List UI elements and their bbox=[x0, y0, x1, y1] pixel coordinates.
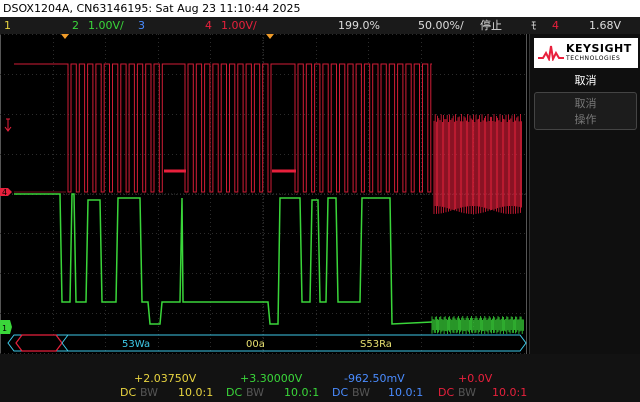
window-title: DSOX1204A, CN63146195: Sat Aug 23 11:10:… bbox=[0, 0, 640, 17]
ch2-scale: 1.00V/ bbox=[88, 19, 124, 32]
ch2-bw: BW bbox=[246, 386, 265, 399]
decode-frame-marker bbox=[61, 334, 69, 352]
ch4-waveform bbox=[14, 63, 522, 214]
ch4-indicator[interactable]: 4 bbox=[205, 17, 212, 34]
ch3-offset: -962.50mV bbox=[344, 372, 405, 385]
ch2-coupling: DC bbox=[226, 386, 243, 399]
run-state: 停止 bbox=[480, 19, 502, 32]
trigger-marker-left bbox=[61, 34, 69, 39]
zoom-readout: 199.0% bbox=[338, 19, 380, 32]
ch4-ground-label: 4 bbox=[2, 188, 7, 197]
menu-title: 取消 bbox=[574, 74, 597, 87]
ch2-offset: +3.30000V bbox=[240, 372, 303, 385]
brand-sub: TECHNOLOGIES bbox=[566, 55, 621, 62]
trigger-marker-center bbox=[266, 34, 274, 39]
ch4-offset: +0.0V bbox=[458, 372, 493, 385]
ch1-probe: 10.0:1 bbox=[178, 386, 214, 399]
trigger-level-marker bbox=[4, 118, 12, 132]
ch4-probe: 10.0:1 bbox=[492, 386, 528, 399]
decode-bus: 53Wa 00a S53Ra bbox=[7, 334, 527, 352]
cancel-operation-softkey[interactable]: 取消 操作 bbox=[534, 92, 637, 130]
decode-label-2: 00a bbox=[246, 339, 265, 350]
ch1-bw: BW bbox=[140, 386, 159, 399]
ch3-indicator[interactable]: 3 bbox=[138, 17, 145, 34]
ch3-coupling: DC bbox=[332, 386, 349, 399]
ch1-coupling: DC bbox=[120, 386, 137, 399]
horizontal-position: 50.00%/ bbox=[418, 19, 464, 32]
keysight-logo: KEYSIGHT TECHNOLOGIES bbox=[534, 38, 638, 68]
ch2-indicator[interactable]: 2 bbox=[72, 17, 79, 34]
channel-info-bar: +2.03750V DC BW 10.0:1 +3.30000V DC BW 1… bbox=[0, 354, 640, 402]
ch1-ground-label: 1 bbox=[2, 324, 7, 333]
trig-channel: 4 bbox=[552, 19, 559, 32]
waveform-display[interactable]: 4 1 53Wa 00a S53Ra bbox=[0, 34, 527, 354]
falling-edge-icon: ﾓ bbox=[531, 19, 537, 32]
brand-name: KEYSIGHT bbox=[566, 42, 632, 55]
ch1-indicator[interactable]: 1 bbox=[4, 17, 11, 34]
ch1-offset: +2.03750V bbox=[134, 372, 197, 385]
decode-error-frame bbox=[15, 334, 63, 352]
ch4-bw: BW bbox=[458, 386, 477, 399]
trig-level: 1.68V bbox=[589, 19, 622, 32]
keysight-wave-icon bbox=[538, 45, 564, 61]
ch4-coupling: DC bbox=[438, 386, 455, 399]
status-bar: 1 2 1.00V/ 3 4 1.00V/ 199.0% 50.00%/ 停止 … bbox=[0, 17, 640, 34]
decode-label-3: S53Ra bbox=[360, 339, 392, 350]
decode-bus-outline bbox=[7, 334, 527, 352]
ch2-waveform bbox=[14, 193, 524, 334]
decode-label-1: 53Wa bbox=[122, 339, 150, 350]
ch3-bw: BW bbox=[352, 386, 371, 399]
ch3-probe: 10.0:1 bbox=[388, 386, 424, 399]
ch4-scale: 1.00V/ bbox=[221, 19, 257, 32]
ch2-probe: 10.0:1 bbox=[284, 386, 320, 399]
softkey-panel: KEYSIGHT TECHNOLOGIES 取消 取消 操作 bbox=[529, 34, 640, 354]
